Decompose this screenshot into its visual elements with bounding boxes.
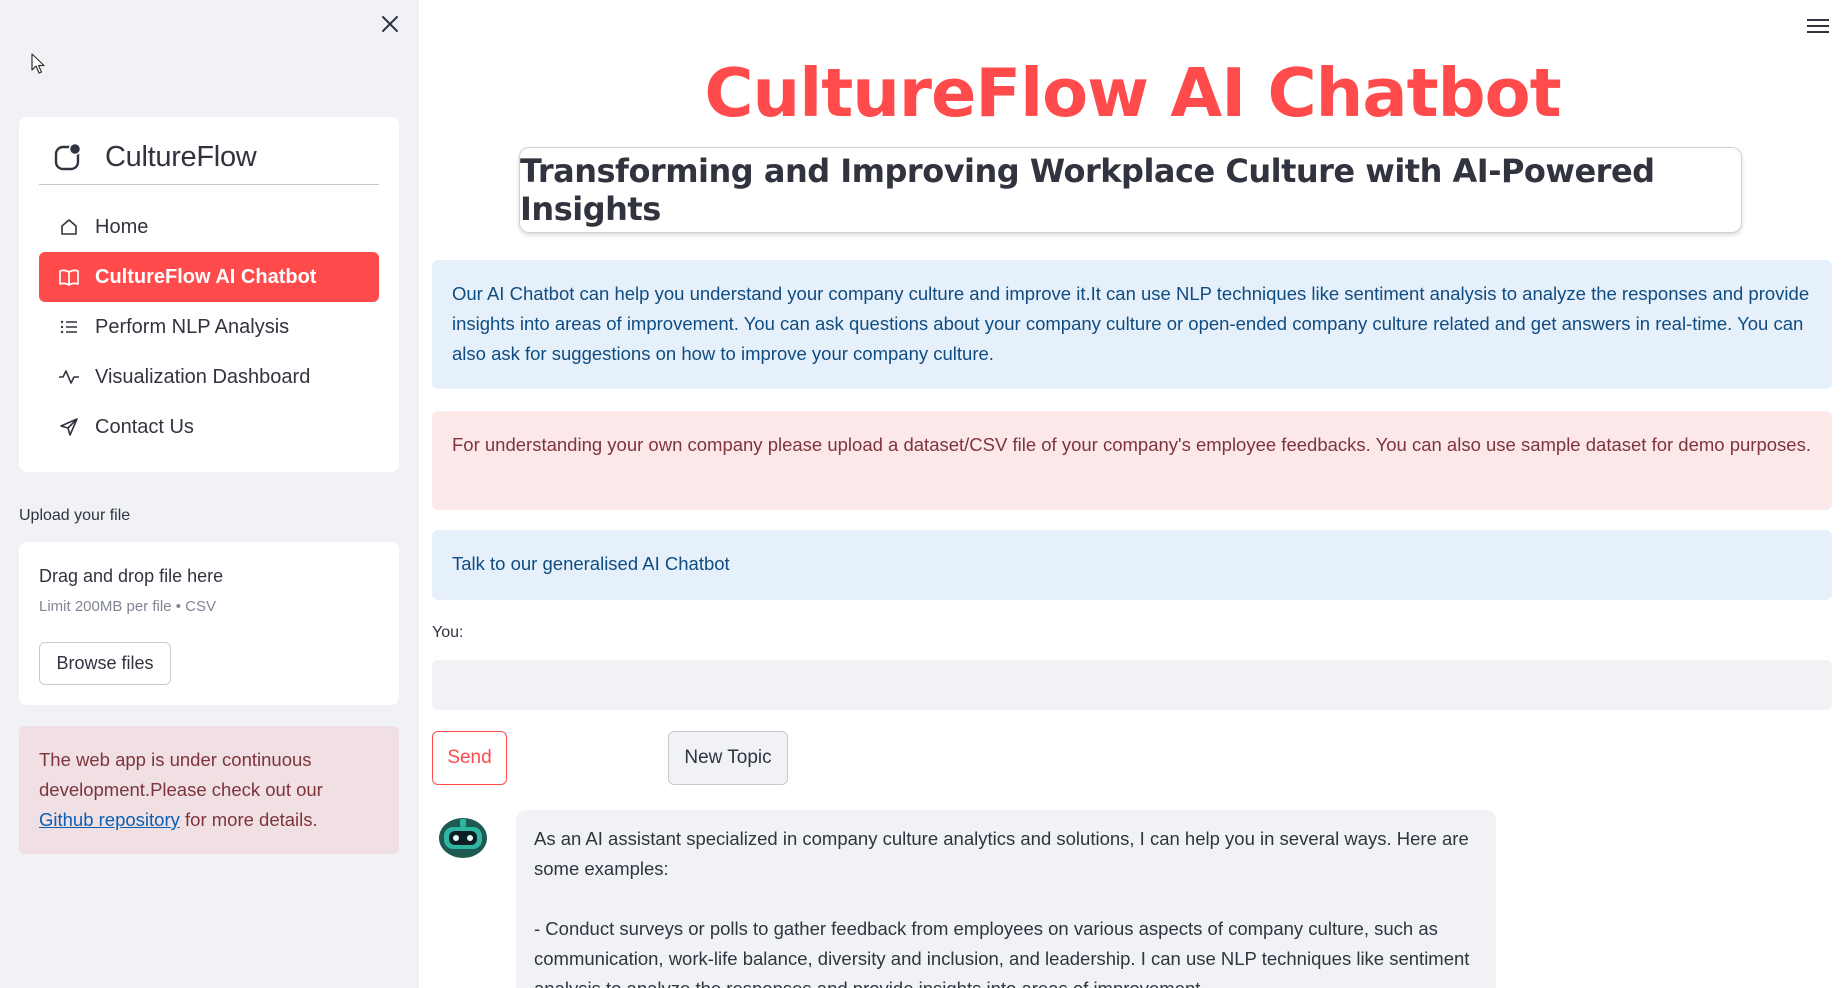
app-badge-icon xyxy=(54,142,82,171)
notice-text-after: for more details. xyxy=(179,809,318,830)
book-icon xyxy=(58,266,80,288)
house-icon xyxy=(58,216,80,238)
list-icon xyxy=(58,316,80,338)
send-button[interactable]: Send xyxy=(432,731,507,785)
bot-avatar-icon xyxy=(439,818,487,858)
nav-item-home[interactable]: Home xyxy=(39,202,379,252)
nav-menu-card: CultureFlow Home CultureFlow AI Chatbot … xyxy=(19,117,399,472)
hamburger-menu-icon[interactable] xyxy=(1807,19,1829,37)
browse-files-button[interactable]: Browse files xyxy=(39,642,171,685)
nav-item-nlp-analysis[interactable]: Perform NLP Analysis xyxy=(39,302,379,352)
nav-item-label: Visualization Dashboard xyxy=(95,365,311,388)
activity-icon xyxy=(58,366,80,388)
page-subtitle: Transforming and Improving Workplace Cul… xyxy=(519,147,1742,233)
close-sidebar-icon[interactable] xyxy=(378,14,402,38)
info-intro-box: Our AI Chatbot can help you understand y… xyxy=(432,260,1832,389)
nav-item-label: Contact Us xyxy=(95,415,194,438)
nav-item-label: Perform NLP Analysis xyxy=(95,315,290,338)
bot-message-paragraph: As an AI assistant specialized in compan… xyxy=(534,828,1469,879)
page-title: CultureFlow AI Chatbot xyxy=(704,54,1561,132)
general-chatbot-box: Talk to our generalised AI Chatbot xyxy=(432,530,1832,600)
main-content: CultureFlow AI Chatbot Transforming and … xyxy=(419,0,1846,988)
new-topic-button[interactable]: New Topic xyxy=(668,731,788,785)
nav-item-label: CultureFlow AI Chatbot xyxy=(95,265,317,288)
file-dropzone[interactable]: Drag and drop file here Limit 200MB per … xyxy=(19,542,399,705)
sidebar: CultureFlow Home CultureFlow AI Chatbot … xyxy=(0,0,419,988)
nav-item-contact[interactable]: Contact Us xyxy=(39,402,379,452)
upload-label: Upload your file xyxy=(19,507,131,524)
notice-text-before: The web app is under continuous developm… xyxy=(39,749,323,800)
bot-message: As an AI assistant specialized in compan… xyxy=(516,810,1496,988)
dropzone-limit: Limit 200MB per file • CSV xyxy=(39,598,216,615)
nav-menu-header: CultureFlow xyxy=(39,140,379,185)
send-icon xyxy=(58,416,80,438)
chat-input[interactable] xyxy=(432,660,1832,710)
brand-title: CultureFlow xyxy=(105,141,257,173)
github-repository-link[interactable]: Github repository xyxy=(39,809,180,830)
nav-item-chatbot[interactable]: CultureFlow AI Chatbot xyxy=(39,252,379,302)
dropzone-title: Drag and drop file here xyxy=(39,566,224,586)
nav-item-label: Home xyxy=(95,215,149,238)
input-label: You: xyxy=(432,624,464,641)
nav-list: Home CultureFlow AI Chatbot Perform NLP … xyxy=(39,202,379,452)
bot-message-paragraph: - Conduct surveys or polls to gather fee… xyxy=(534,918,1470,988)
development-notice: The web app is under continuous developm… xyxy=(19,726,399,854)
nav-item-visualization[interactable]: Visualization Dashboard xyxy=(39,352,379,402)
mouse-cursor-icon xyxy=(31,53,45,74)
upload-warning-box: For understanding your own company pleas… xyxy=(432,411,1832,510)
